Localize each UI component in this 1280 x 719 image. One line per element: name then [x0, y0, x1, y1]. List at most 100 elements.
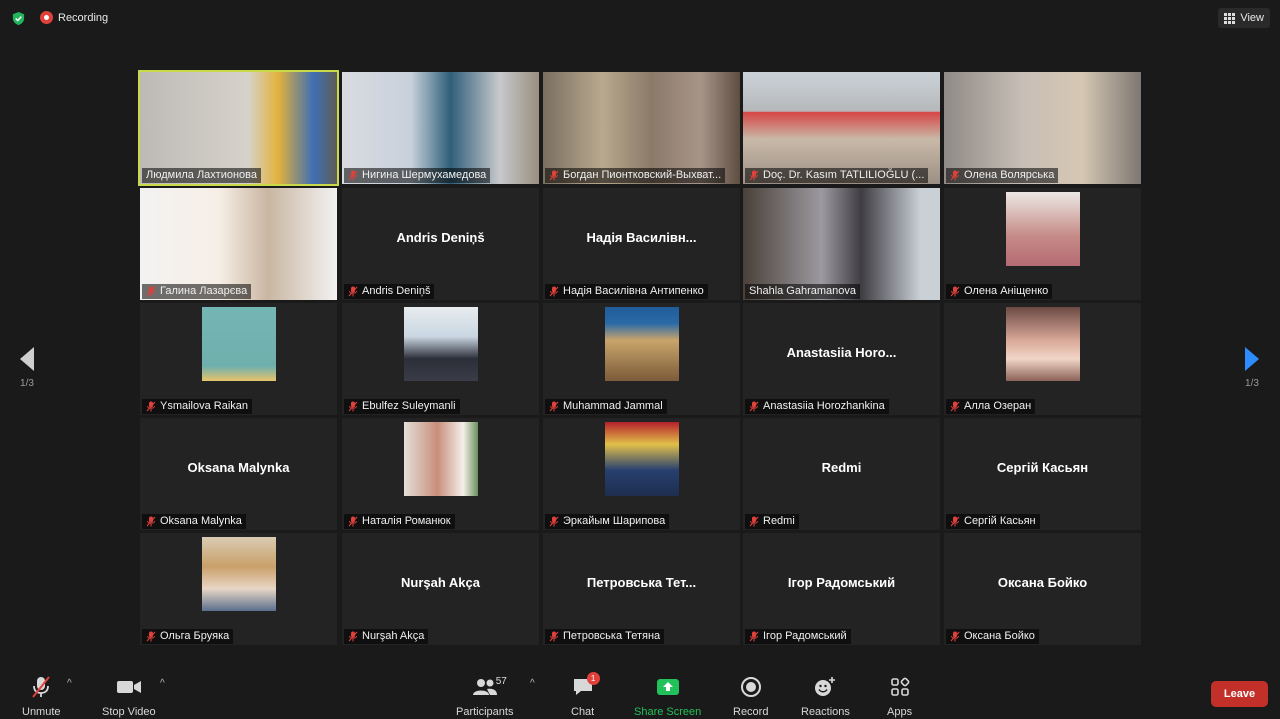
participant-name-label: Алла Озеран — [946, 399, 1036, 414]
participant-display-name: Оксана Бойко — [997, 574, 1088, 590]
participant-name-label: Ігор Радомський — [745, 629, 851, 644]
participant-tile[interactable]: Ebulfez Suleymanli — [342, 303, 539, 415]
apps-button[interactable]: Apps — [887, 674, 912, 718]
microphone-muted-icon — [549, 170, 559, 181]
meeting-toolbar: Unmute ^ Stop Video ^ 57 Participants ^ — [0, 662, 1280, 719]
participant-name: Олена Волярська — [964, 169, 1055, 181]
leave-button[interactable]: Leave — [1211, 681, 1268, 707]
participant-tile[interactable]: Сергій Касьян Сергій Касьян — [944, 418, 1141, 530]
audio-options-caret-icon[interactable]: ^ — [67, 678, 72, 689]
participant-name: Эркайым Шарипова — [563, 515, 666, 527]
share-screen-button[interactable]: Share Screen — [634, 674, 701, 718]
chat-unread-badge: 1 — [586, 672, 600, 685]
participants-options-caret-icon[interactable]: ^ — [530, 678, 535, 689]
participant-tile[interactable]: Богдан Пионтковский-Выхват... — [543, 72, 740, 184]
participant-name-label: Наталія Романюк — [344, 514, 455, 529]
apps-label: Apps — [887, 706, 913, 718]
chat-button[interactable]: 1 Chat — [571, 672, 600, 718]
microphone-muted-icon — [549, 516, 559, 527]
microphone-muted-icon — [146, 631, 156, 642]
participant-name-label: Ebulfez Suleymanli — [344, 399, 460, 414]
unmute-label: Unmute — [22, 706, 61, 718]
participant-name-label: Петровська Тетяна — [545, 629, 665, 644]
participant-display-name: Redmi — [821, 459, 862, 475]
reactions-label: Reactions — [801, 706, 850, 718]
participant-name: Oksana Malynka — [160, 515, 242, 527]
record-button[interactable]: Record — [733, 674, 768, 718]
participant-name: Галина Лазарєва — [160, 285, 248, 297]
participant-profile-photo — [202, 537, 276, 611]
participant-tile[interactable]: Надія Василівн... Надія Василівна Антипен… — [543, 188, 740, 300]
microphone-muted-icon — [549, 631, 559, 642]
stop-video-button[interactable]: Stop Video — [102, 674, 156, 718]
microphone-muted-icon — [749, 516, 759, 527]
participant-display-name: Andris Deniņš — [396, 229, 485, 245]
participant-name-label: Anastasiia Horozhankina — [745, 399, 889, 414]
participant-profile-photo — [605, 422, 679, 496]
participants-button[interactable]: 57 Participants — [456, 674, 513, 718]
participant-tile[interactable]: Нигина Шермухамедова — [342, 72, 539, 184]
participant-name: Петровська Тетяна — [563, 630, 661, 642]
video-options-caret-icon[interactable]: ^ — [160, 678, 165, 689]
participant-tile[interactable]: Nurşah Akça Nurşah Akça — [342, 533, 539, 645]
participant-tile[interactable]: Ольга Бруяка — [140, 533, 337, 645]
video-camera-icon — [116, 681, 141, 693]
share-screen-icon — [656, 679, 679, 695]
participant-tile[interactable]: Людмила Лахтионова — [140, 72, 337, 184]
participant-name: Наталія Романюк — [362, 515, 451, 527]
participant-name: Ebulfez Suleymanli — [362, 400, 456, 412]
microphone-muted-icon — [950, 286, 960, 297]
participant-profile-photo — [202, 307, 276, 381]
participant-name: Оксана Бойко — [964, 630, 1035, 642]
microphone-muted-icon — [749, 401, 759, 412]
participant-tile[interactable]: Anastasiia Horo... Anastasiia Horozhankin… — [743, 303, 940, 415]
participant-tile[interactable]: Redmi Redmi — [743, 418, 940, 530]
page-indicator-left: 1/3 — [20, 378, 34, 389]
participant-name-label: Олена Волярська — [946, 168, 1059, 183]
participant-name-label: Ольга Бруяка — [142, 629, 234, 644]
participant-tile[interactable]: Эркайым Шарипова — [543, 418, 740, 530]
participant-name-label: Nurşah Akça — [344, 629, 429, 644]
microphone-muted-icon — [348, 286, 358, 297]
participant-tile[interactable]: Shahla Gahramanova — [743, 188, 940, 300]
participant-tile[interactable]: Наталія Романюк — [342, 418, 539, 530]
microphone-muted-icon — [549, 401, 559, 412]
reactions-button[interactable]: Reactions — [801, 674, 850, 718]
participant-tile[interactable]: Muhammad Jammal — [543, 303, 740, 415]
unmute-button[interactable]: Unmute — [22, 674, 61, 718]
participant-name: Redmi — [763, 515, 795, 527]
participant-tile[interactable]: Ігор Радомський Ігор Радомський — [743, 533, 940, 645]
participant-display-name: Ігор Радомський — [787, 574, 896, 590]
participant-profile-photo — [404, 422, 478, 496]
participant-profile-photo — [1006, 192, 1080, 266]
participant-tile[interactable]: Алла Озеран — [944, 303, 1141, 415]
chevron-left-icon[interactable] — [18, 346, 36, 372]
participant-tile[interactable]: Doç. Dr. Kasım TATLILIOĞLU (... — [743, 72, 940, 184]
participant-name-label: Эркайым Шарипова — [545, 514, 670, 529]
next-page-control[interactable]: 1/3 — [1237, 346, 1267, 389]
participant-name: Богдан Пионтковский-Выхват... — [563, 169, 722, 181]
participant-tile[interactable]: Ysmailova Raikan — [140, 303, 337, 415]
shield-icon[interactable] — [11, 11, 26, 26]
participants-label: Participants — [456, 706, 514, 718]
stop-video-label: Stop Video — [102, 706, 156, 718]
recording-icon — [40, 11, 53, 24]
participant-tile[interactable]: Олена Волярська — [944, 72, 1141, 184]
previous-page-control[interactable]: 1/3 — [12, 346, 42, 389]
participant-name-label: Галина Лазарєва — [142, 284, 252, 299]
microphone-muted-icon — [146, 286, 156, 297]
participant-display-name: Oksana Malynka — [187, 459, 290, 475]
participant-tile[interactable]: Oksana Malynka Oksana Malynka — [140, 418, 337, 530]
view-label: View — [1240, 12, 1264, 24]
view-button[interactable]: View — [1218, 8, 1270, 28]
participant-tile[interactable]: Олена Аніщенко — [944, 188, 1141, 300]
recording-indicator[interactable]: Recording — [40, 11, 108, 24]
participant-gallery: Людмила Лахтионова Нигина Шермухамедова Бо… — [140, 72, 1141, 646]
share-screen-label: Share Screen — [634, 706, 702, 718]
participant-tile[interactable]: Галина Лазарєва — [140, 188, 337, 300]
participant-tile[interactable]: Andris Deniņš Andris Deniņš — [342, 188, 539, 300]
microphone-muted-icon — [146, 401, 156, 412]
chevron-right-icon[interactable] — [1243, 346, 1261, 372]
participant-tile[interactable]: Оксана Бойко Оксана Бойко — [944, 533, 1141, 645]
participant-tile[interactable]: Петровська Тет... Петровська Тетяна — [543, 533, 740, 645]
